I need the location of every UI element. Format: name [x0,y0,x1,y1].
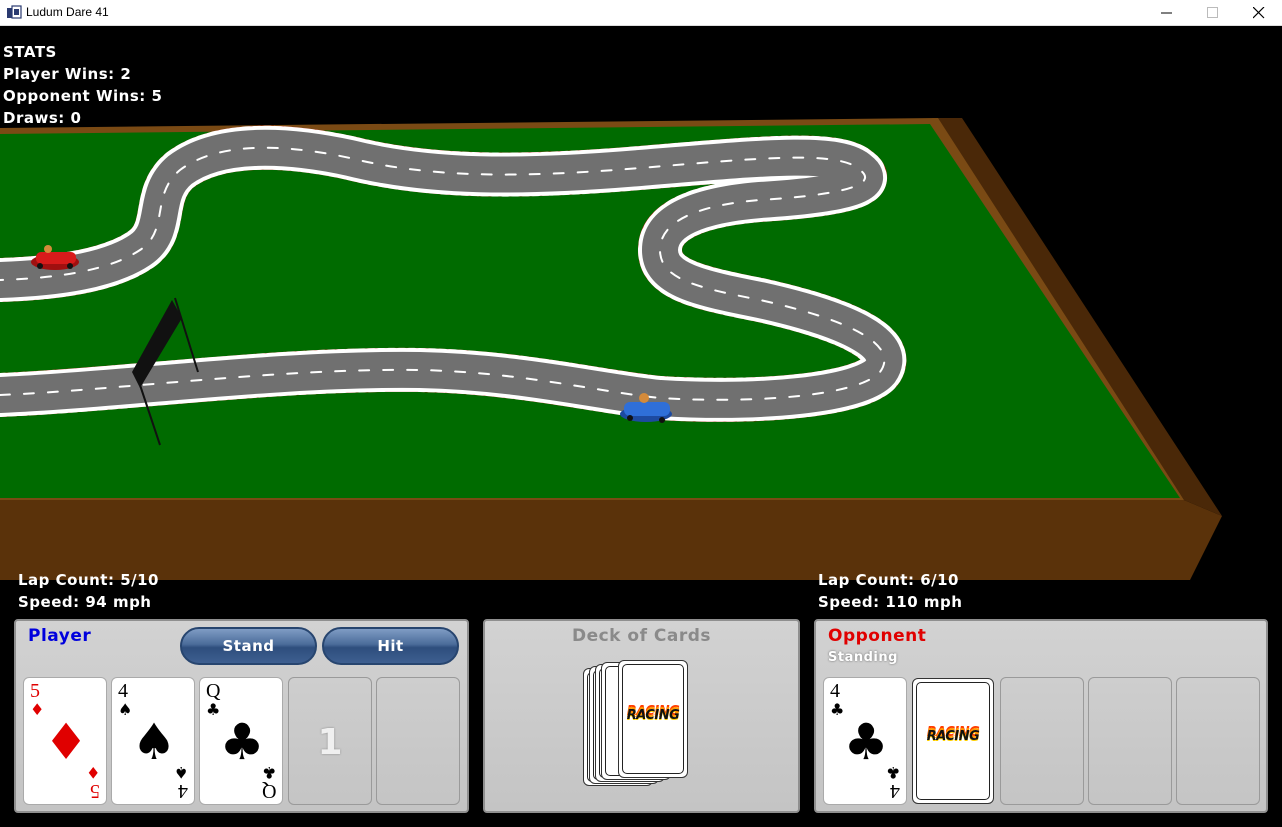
club-icon: ♣ [843,713,889,771]
racing-logo: RACING [926,729,980,744]
maximize-icon [1207,7,1218,18]
card-rank: 5 [90,780,100,802]
card-rank: 4 [890,780,900,802]
next-card-number: 1 [317,722,343,763]
player-card-3: Q ♣ ♣ ♣ Q [199,677,283,805]
card-rank: 4 [178,780,188,802]
opponent-speed: Speed: 110 mph [818,593,963,611]
card-rank: 4 [830,680,840,702]
opponent-card-slot-3 [1000,677,1084,805]
window-titlebar: Ludum Dare 41 [0,0,1282,26]
opponent-card-slot-4 [1088,677,1172,805]
deck-panel-title: Deck of Cards [571,626,712,646]
player-card-1: 5 ♦ ♦ ♦ 5 [23,677,107,805]
table-side [0,500,1222,580]
player-speed: Speed: 94 mph [18,593,152,611]
deck-of-cards[interactable]: RACING [580,660,700,800]
close-icon [1253,7,1265,19]
window-title: Ludum Dare 41 [26,5,109,19]
deck-top-card: RACING [618,660,688,778]
spade-icon: ♠ [131,713,177,771]
close-button[interactable] [1236,0,1282,26]
app-icon [7,5,22,19]
spade-icon: ♠ [173,763,188,782]
opponent-lap-count: Lap Count: 6/10 [818,571,959,589]
opponent-status: Standing [828,650,898,665]
maximize-button[interactable] [1190,0,1236,26]
opponent-panel-title: Opponent [828,626,927,646]
opponent-card-slot-5 [1176,677,1260,805]
diamond-icon: ♦ [85,763,100,782]
minimize-icon [1161,12,1172,14]
player-card-slot-5 [376,677,460,805]
card-rank: 4 [118,680,128,702]
club-icon: ♣ [261,763,276,782]
card-rank: Q [206,680,221,702]
club-icon: ♣ [219,713,265,771]
player-card-2: 4 ♠ ♠ ♠ 4 [111,677,195,805]
card-rank: 5 [30,680,40,702]
opponent-hidden-card: RACING [912,678,994,804]
minimize-button[interactable] [1144,0,1190,26]
racing-logo: RACING [626,708,680,723]
player-lap-count: Lap Count: 5/10 [18,571,159,589]
card-rank: Q [261,780,276,802]
opponent-wins: Opponent Wins: 5 [3,87,163,105]
opponent-card-1: 4 ♣ ♣ ♣ 4 [823,677,907,805]
stand-button[interactable]: Stand [180,627,317,665]
club-icon: ♣ [885,763,900,782]
diamond-icon: ♦ [43,713,89,771]
player-wins: Player Wins: 2 [3,65,132,83]
player-card-slot-4: 1 [288,677,372,805]
player-panel-title: Player [28,626,92,646]
stats-heading: STATS [3,43,57,61]
hit-button[interactable]: Hit [322,627,459,665]
draws: Draws: 0 [3,109,82,127]
